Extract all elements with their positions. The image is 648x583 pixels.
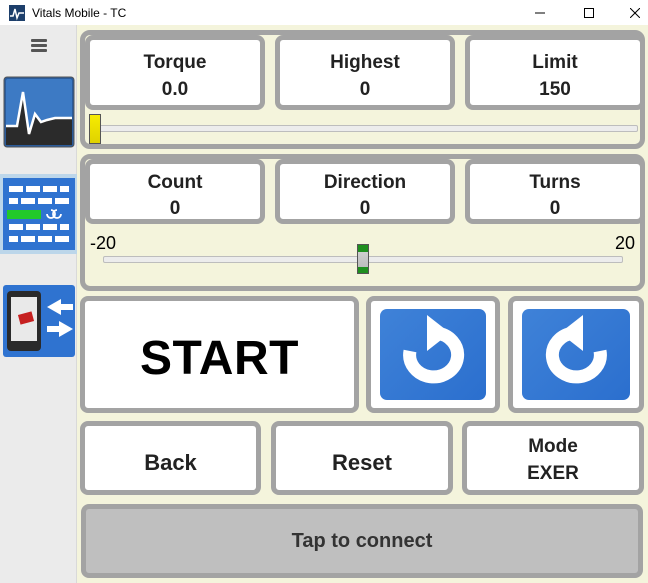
highest-value: 0 (359, 79, 371, 100)
title-bar: Vitals Mobile - TC (0, 0, 648, 25)
direction-tile: Direction 0 (275, 159, 455, 224)
connect-label: Tap to connect (291, 530, 433, 552)
count-tile: Count 0 (85, 159, 265, 224)
mode-button[interactable]: Mode EXER (462, 421, 644, 495)
turns-tile: Turns 0 (465, 159, 645, 224)
vitals-graph-icon[interactable] (3, 76, 75, 148)
window-title: Vitals Mobile - TC (32, 6, 127, 20)
torque-slider-track (90, 125, 638, 132)
count-value: 0 (169, 198, 181, 219)
highest-tile: Highest 0 (275, 35, 455, 110)
close-icon (630, 7, 640, 18)
torque-panel: Torque 0.0 Highest 0 Limit 150 (80, 30, 645, 149)
slider-min-label: -20 (90, 233, 117, 253)
turn-counter-icon (3, 178, 75, 250)
minimize-button[interactable] (517, 0, 563, 25)
main-area: Torque 0.0 Highest 0 Limit 150 Count 0 D… (77, 25, 648, 583)
torque-value: 0.0 (161, 79, 189, 100)
rotate-ccw-button[interactable] (366, 296, 500, 413)
minimize-icon (535, 12, 545, 13)
limit-label: Limit (532, 52, 578, 73)
count-label: Count (147, 172, 203, 193)
torque-tile: Torque 0.0 (85, 35, 265, 110)
start-label: START (140, 332, 299, 385)
start-button[interactable]: START (80, 296, 359, 413)
count-panel: Count 0 Direction 0 Turns 0 -20 20 (80, 154, 645, 291)
mode-value: EXER (527, 463, 579, 484)
device-transfer-icon[interactable] (3, 285, 75, 357)
turns-value: 0 (549, 198, 561, 219)
app-icon (9, 5, 25, 21)
hamburger-menu-icon[interactable] (31, 39, 47, 52)
rotate-ccw-icon (403, 315, 465, 384)
direction-label: Direction (323, 172, 407, 193)
rotate-cw-button[interactable] (508, 296, 644, 413)
turns-label: Turns (529, 172, 581, 193)
maximize-icon (584, 7, 594, 18)
rotate-cw-icon (545, 315, 607, 384)
limit-tile[interactable]: Limit 150 (465, 35, 645, 110)
torque-slider-thumb[interactable] (89, 114, 101, 144)
reset-label: Reset (332, 450, 392, 475)
close-button[interactable] (612, 0, 648, 25)
mode-label: Mode (528, 436, 578, 457)
sidebar (0, 25, 77, 583)
highest-label: Highest (330, 52, 400, 73)
back-label: Back (144, 450, 197, 475)
connect-button[interactable]: Tap to connect (81, 504, 643, 578)
torque-label: Torque (143, 52, 207, 73)
limit-value: 150 (539, 79, 571, 100)
maximize-button[interactable] (566, 0, 612, 25)
direction-slider-thumb[interactable] (357, 244, 369, 274)
back-button[interactable]: Back (80, 421, 261, 495)
slider-max-label: 20 (615, 233, 636, 253)
reset-button[interactable]: Reset (271, 421, 453, 495)
direction-value: 0 (359, 198, 371, 219)
